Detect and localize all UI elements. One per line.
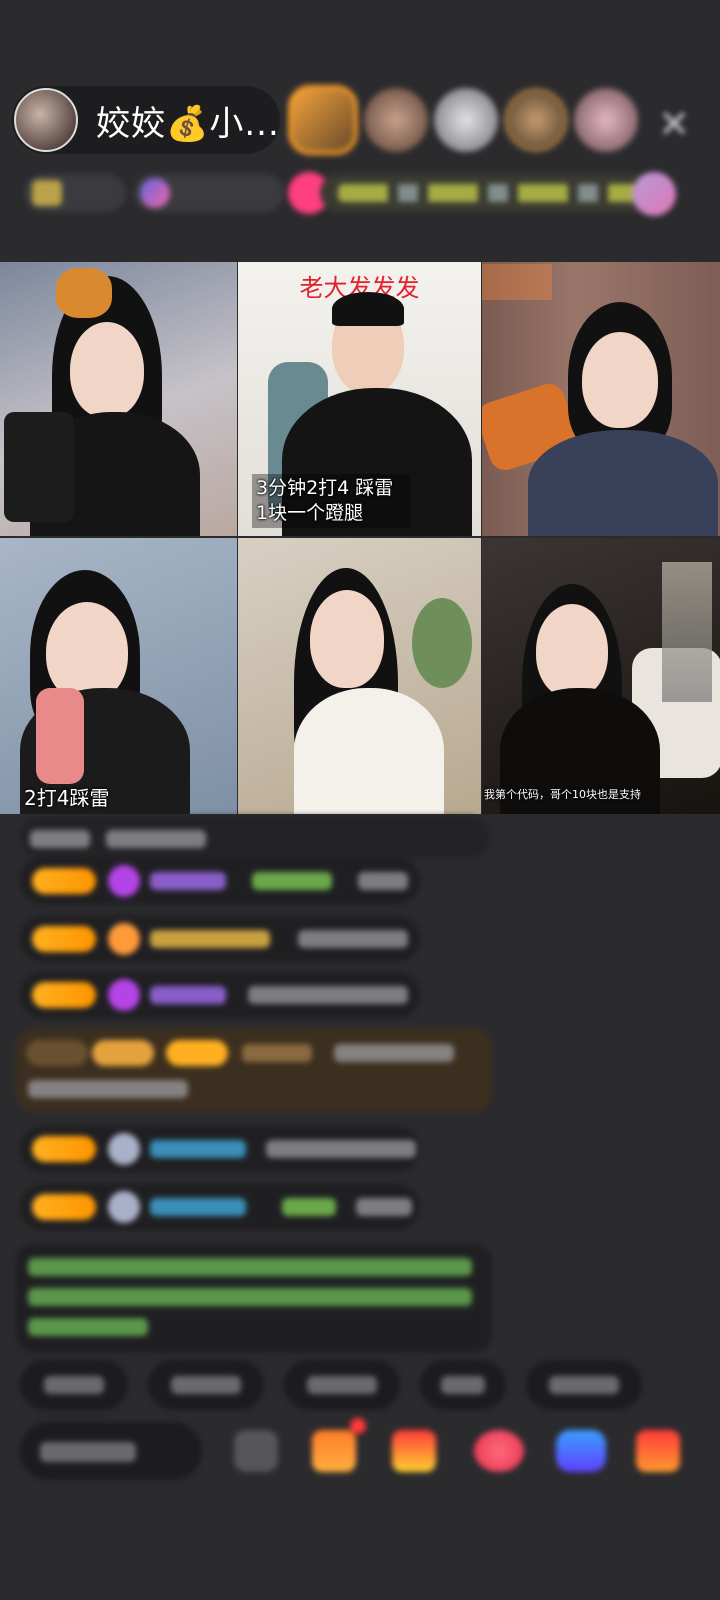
viewer-avatar[interactable]: [504, 88, 568, 152]
message-text: [356, 1198, 412, 1216]
streamer-hair: [332, 292, 404, 326]
tile-note: 3分钟2打4 踩雷 1块一个蹬腿: [252, 474, 410, 528]
username[interactable]: [150, 1198, 246, 1216]
streamer-body: [294, 688, 444, 814]
video-tile-4[interactable]: 2打4踩雷: [0, 538, 237, 814]
host-avatar[interactable]: [14, 88, 78, 152]
video-tile-6[interactable]: 我第个代码，哥个10块也是支持: [482, 538, 720, 814]
username[interactable]: [150, 986, 226, 1004]
video-tile-5[interactable]: [238, 538, 481, 814]
system-notice: [16, 1244, 492, 1352]
chat-input[interactable]: [20, 1422, 202, 1480]
username[interactable]: [252, 872, 332, 890]
tile-note: 我第个代码，哥个10块也是支持: [484, 788, 641, 801]
drink-bottle: [36, 688, 84, 784]
level-badge: [32, 1194, 96, 1220]
chat-message[interactable]: [20, 972, 420, 1018]
dried-plant: [662, 562, 712, 702]
video-tile-1[interactable]: [0, 262, 237, 536]
gift-box-icon[interactable]: [392, 1430, 436, 1472]
multi-guest-video-grid: 老大发发发 3分钟2打4 踩雷 1块一个蹬腿 2打4踩雷 我第个代码，哥个10块…: [0, 262, 720, 814]
quick-reply-button[interactable]: [420, 1360, 506, 1410]
level-badge: [32, 982, 96, 1008]
lucky-bag-icon[interactable]: [474, 1430, 524, 1472]
username[interactable]: [282, 1198, 336, 1216]
quick-reply-button[interactable]: [284, 1360, 400, 1410]
event-icon[interactable]: [632, 172, 676, 216]
announcement-ticker[interactable]: [320, 174, 650, 212]
chat-message[interactable]: [20, 1184, 420, 1230]
close-icon[interactable]: ✕: [654, 104, 694, 144]
message-text: [298, 930, 408, 948]
notification-dot: [350, 1418, 366, 1434]
username[interactable]: [150, 1140, 246, 1158]
user-avatar: [108, 1133, 140, 1165]
quick-reply-button[interactable]: [148, 1360, 264, 1410]
game-icon[interactable]: [556, 1430, 606, 1472]
streamer-face: [46, 602, 128, 702]
microphone-icon: [4, 412, 74, 522]
bottom-toolbar: [20, 1418, 720, 1500]
gift-message[interactable]: [16, 1028, 492, 1112]
level-badge: [32, 926, 96, 952]
message-text: [358, 872, 408, 890]
viewer-avatar[interactable]: [364, 88, 428, 152]
quick-reply-button[interactable]: [20, 1360, 128, 1410]
streamer-face: [536, 604, 608, 698]
bear-headband-icon: [56, 268, 112, 318]
rank-chip[interactable]: [24, 174, 126, 212]
level-badge: [32, 1136, 96, 1162]
viewer-avatar[interactable]: [434, 88, 498, 152]
shop-icon[interactable]: [312, 1418, 366, 1472]
quick-reply-button[interactable]: [526, 1360, 642, 1410]
streamer-face: [582, 332, 658, 428]
room-info-row: [24, 170, 694, 218]
user-avatar: [108, 1191, 140, 1223]
chat-message[interactable]: [20, 816, 490, 858]
video-tile-3[interactable]: [482, 262, 720, 536]
streamer-face: [310, 590, 384, 688]
message-text: [266, 1140, 416, 1158]
more-icon[interactable]: [234, 1430, 278, 1472]
username[interactable]: [150, 930, 270, 948]
viewer-avatar[interactable]: [288, 85, 358, 155]
gift-icon[interactable]: [636, 1430, 680, 1472]
level-badge: [32, 868, 96, 894]
tile-note: 2打4踩雷: [24, 786, 110, 810]
host-name[interactable]: 姣姣💰小...: [96, 96, 280, 145]
popularity-chip[interactable]: [134, 174, 284, 212]
plant: [412, 598, 472, 688]
viewer-avatar[interactable]: [574, 88, 638, 152]
chat-message[interactable]: [20, 916, 420, 962]
fan-badge-icon: [108, 979, 140, 1011]
username[interactable]: [150, 872, 226, 890]
quick-reply-bar: [20, 1360, 642, 1410]
fan-badge-icon: [108, 923, 140, 955]
top-viewers-list[interactable]: [288, 85, 638, 155]
streamer-face: [70, 322, 144, 418]
tile-sticker: [482, 264, 552, 300]
fan-badge-icon: [108, 865, 140, 897]
chat-message[interactable]: [20, 1126, 420, 1172]
host-profile-pill[interactable]: 姣姣💰小...: [12, 86, 280, 154]
video-tile-2[interactable]: 老大发发发 3分钟2打4 踩雷 1块一个蹬腿: [238, 262, 481, 536]
streamer-body: [528, 430, 718, 536]
chat-message[interactable]: [20, 858, 420, 904]
message-text: [248, 986, 408, 1004]
